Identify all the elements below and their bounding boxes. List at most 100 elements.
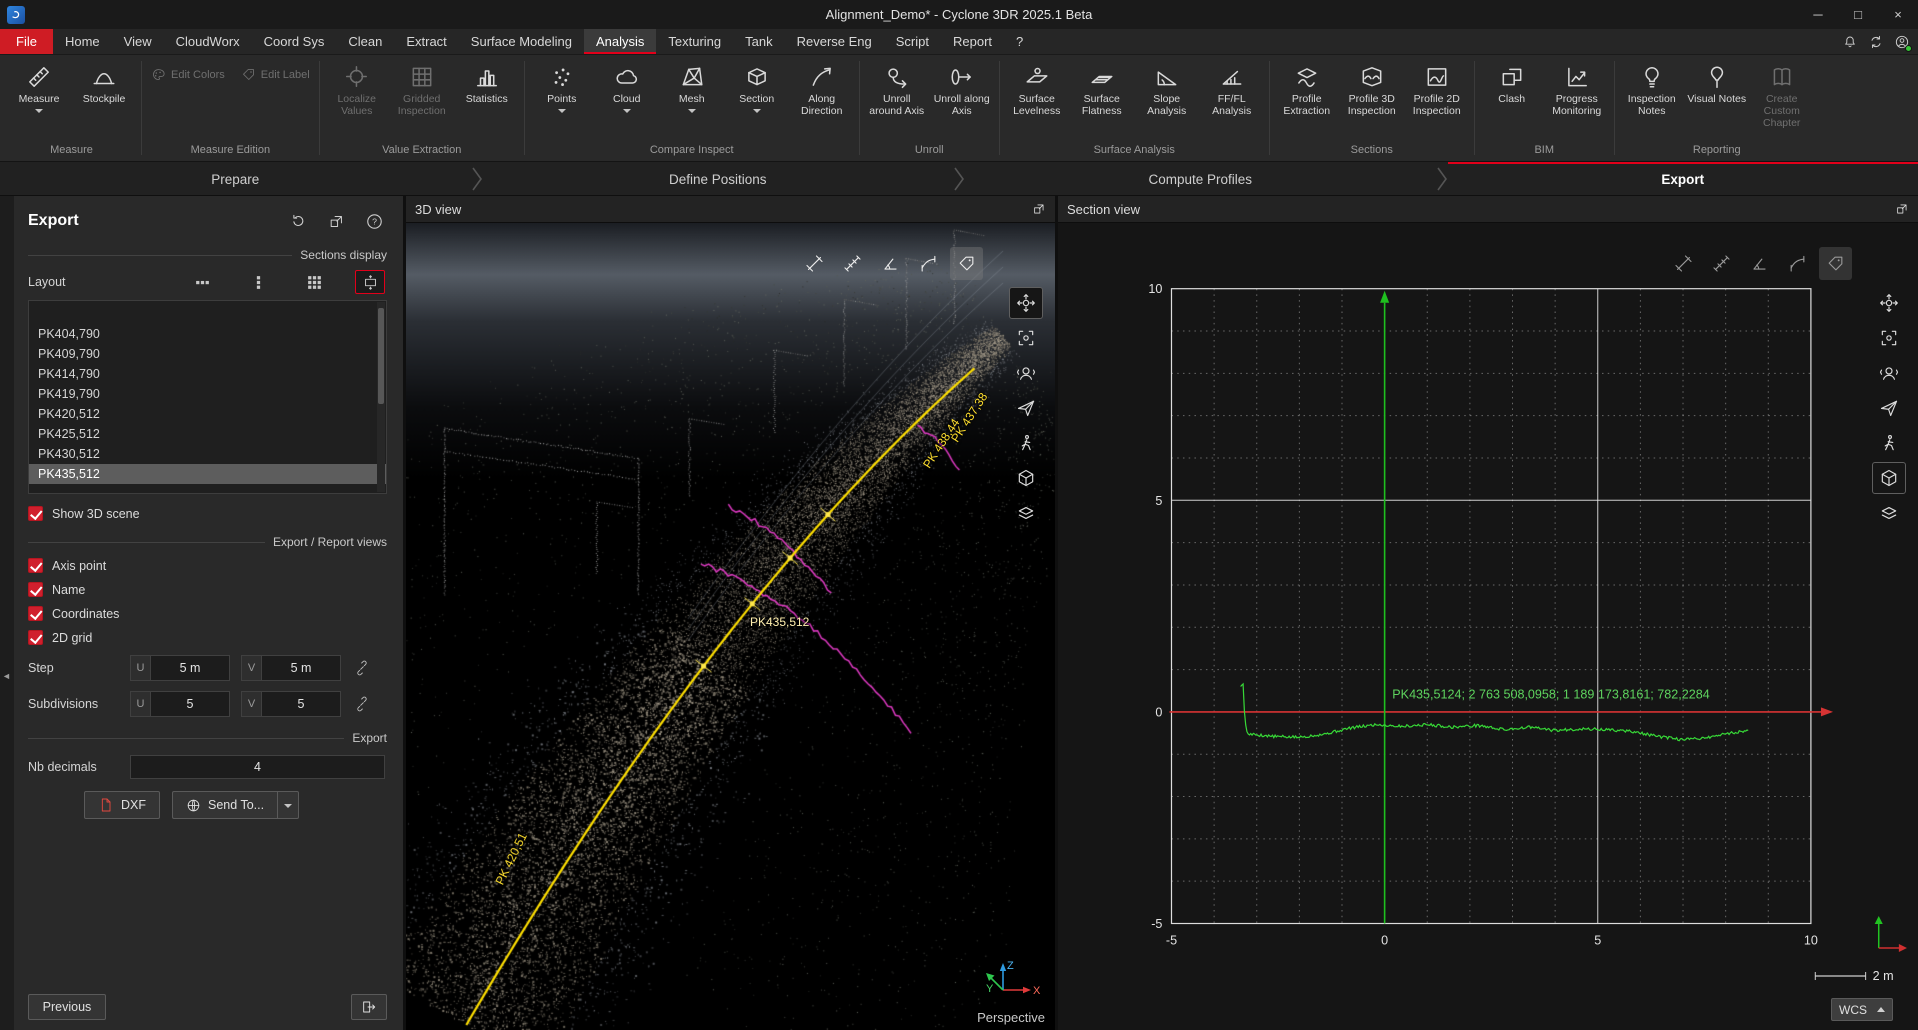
tool-tag-button[interactable] (1819, 247, 1852, 280)
subdivisions-v-field[interactable]: V 5 (241, 691, 341, 717)
section-list-item[interactable]: PK435,512 (29, 464, 386, 484)
section-list-item[interactable]: PK414,790 (29, 364, 386, 384)
ribbon-clash-button[interactable]: Clash (1480, 61, 1544, 108)
step-u-field[interactable]: U 5 m (130, 655, 230, 681)
tool-measure-distance-button[interactable] (798, 247, 831, 280)
nav-cube-view-button[interactable] (1009, 462, 1043, 494)
section-list-item[interactable]: PK420,512 (29, 404, 386, 424)
ribbon-edit-label-button[interactable]: Edit Label (237, 65, 314, 84)
tool-measure-grid-button[interactable] (836, 247, 869, 280)
tool-measure-distance-button[interactable] (1667, 247, 1700, 280)
menu-view[interactable]: View (112, 29, 164, 54)
tool-measure-curve-button[interactable] (1781, 247, 1814, 280)
menu-help[interactable]: ? (1004, 29, 1035, 54)
workflow-step-export[interactable]: Export (1448, 162, 1918, 195)
section-list-item[interactable]: PK419,790 (29, 384, 386, 404)
section-list-item[interactable]: PK404,790 (29, 324, 386, 344)
nav-fly-button[interactable] (1009, 392, 1043, 424)
ribbon-surface-flatness-button[interactable]: Surface Flatness (1070, 61, 1134, 120)
tool-measure-curve-button[interactable] (912, 247, 945, 280)
menu-extract[interactable]: Extract (394, 29, 458, 54)
undock-3d-view-icon[interactable] (1032, 202, 1046, 216)
titlebar[interactable]: Alignment_Demo* - Cyclone 3DR 2025.1 Bet… (0, 0, 1918, 29)
nav-zoom-fit-button[interactable] (1872, 322, 1906, 354)
ribbon-mesh-button[interactable]: Mesh (660, 61, 724, 116)
tool-measure-grid-button[interactable] (1705, 247, 1738, 280)
ribbon-along-direction-button[interactable]: Along Direction (790, 61, 854, 120)
layout-single-button[interactable] (355, 270, 385, 294)
menu-tank[interactable]: Tank (733, 29, 784, 54)
nav-walk-button[interactable] (1009, 427, 1043, 459)
menu-cloudworx[interactable]: CloudWorx (164, 29, 252, 54)
nav-cube-view-button[interactable] (1872, 462, 1906, 494)
ribbon-localize-values-button[interactable]: Localize Values (325, 61, 389, 120)
tool-tag-button[interactable] (950, 247, 983, 280)
menu-home[interactable]: Home (53, 29, 112, 54)
menu-analysis[interactable]: Analysis (584, 29, 656, 54)
menu-file[interactable]: File (0, 29, 53, 54)
ribbon-points-button[interactable]: Points (530, 61, 594, 116)
step-link-icon[interactable] (354, 660, 370, 676)
ribbon-surface-levelness-button[interactable]: Surface Levelness (1005, 61, 1069, 120)
nav-zoom-fit-button[interactable] (1009, 322, 1043, 354)
reset-button[interactable] (285, 208, 311, 234)
ribbon-profile-extraction-button[interactable]: Profile Extraction (1275, 61, 1339, 120)
sections-list[interactable]: PK404,790PK409,790PK414,790PK419,790PK42… (28, 300, 387, 494)
nb-decimals-field[interactable]: 4 (130, 755, 385, 779)
menu-clean[interactable]: Clean (336, 29, 394, 54)
ribbon-edit-colors-button[interactable]: Edit Colors (147, 65, 229, 84)
ribbon-measure-button[interactable]: Measure (7, 61, 71, 116)
section-list-item[interactable]: PK425,512 (29, 424, 386, 444)
ribbon-profile-3d-inspection-button[interactable]: Profile 3D Inspection (1340, 61, 1404, 120)
checkbox-2d-grid[interactable]: 2D grid (28, 630, 387, 645)
nav-layer-flip-button[interactable] (1872, 497, 1906, 529)
sections-list-scrollbar[interactable] (377, 302, 385, 492)
ribbon-section-button[interactable]: Section (725, 61, 789, 116)
ribbon-cloud-button[interactable]: Cloud (595, 61, 659, 116)
tool-measure-angle-button[interactable] (874, 247, 907, 280)
export-report-button[interactable] (351, 994, 387, 1020)
nav-layer-flip-button[interactable] (1009, 497, 1043, 529)
checkbox-coordinates[interactable]: Coordinates (28, 606, 387, 621)
send-to-button[interactable]: Send To... (172, 791, 277, 819)
ribbon-inspection-notes-button[interactable]: Inspection Notes (1620, 61, 1684, 120)
checkbox-name[interactable]: Name (28, 582, 387, 597)
ribbon-statistics-button[interactable]: Statistics (455, 61, 519, 108)
layout-rows-button[interactable] (187, 270, 217, 294)
wcs-selector[interactable]: WCS (1831, 998, 1893, 1021)
section-list-item[interactable]: PK409,790 (29, 344, 386, 364)
undock-section-view-icon[interactable] (1895, 202, 1909, 216)
menu-script[interactable]: Script (884, 29, 941, 54)
dxf-button[interactable]: DXF (84, 791, 160, 819)
section-viewport[interactable]: 1050-5-50510PK435,5124; 2 763 508,0958; … (1058, 223, 1918, 1030)
layout-grid-button[interactable] (299, 270, 329, 294)
ribbon-profile-2d-inspection-button[interactable]: Profile 2D Inspection (1405, 61, 1469, 120)
show-3d-scene-checkbox[interactable]: Show 3D scene (28, 506, 387, 521)
panel-collapse-handle[interactable]: ◄ (0, 663, 13, 689)
ribbon-create-custom-chapter-button[interactable]: Create Custom Chapter (1750, 61, 1814, 132)
previous-button[interactable]: Previous (28, 994, 106, 1020)
ribbon-fffl-analysis-button[interactable]: FF/FL Analysis (1200, 61, 1264, 120)
menu-report[interactable]: Report (941, 29, 1004, 54)
ribbon-stockpile-button[interactable]: Stockpile (72, 61, 136, 108)
workflow-step-compute-profiles[interactable]: Compute Profiles (965, 162, 1436, 195)
maximize-button[interactable]: □ (1838, 0, 1878, 29)
nav-orbit-button[interactable] (1009, 287, 1043, 319)
account-button[interactable] (1894, 34, 1910, 50)
projection-label[interactable]: Perspective (977, 1010, 1045, 1025)
menu-surface-modeling[interactable]: Surface Modeling (459, 29, 584, 54)
workflow-step-define-positions[interactable]: Define Positions (483, 162, 954, 195)
send-to-dropdown-button[interactable] (277, 791, 299, 819)
checkbox-axis-point[interactable]: Axis point (28, 558, 387, 573)
ribbon-progress-monitoring-button[interactable]: Progress Monitoring (1545, 61, 1609, 120)
ribbon-slope-analysis-button[interactable]: Slope Analysis (1135, 61, 1199, 120)
notifications-bell-button[interactable] (1842, 34, 1858, 50)
subdivisions-link-icon[interactable] (354, 696, 370, 712)
nav-walk-button[interactable] (1872, 427, 1906, 459)
nav-fly-button[interactable] (1872, 392, 1906, 424)
ribbon-visual-notes-button[interactable]: Visual Notes (1685, 61, 1749, 108)
nav-examine-button[interactable] (1872, 357, 1906, 389)
menu-coord-sys[interactable]: Coord Sys (252, 29, 337, 54)
undock-panel-button[interactable] (323, 208, 349, 234)
scrollbar-thumb[interactable] (378, 308, 384, 404)
